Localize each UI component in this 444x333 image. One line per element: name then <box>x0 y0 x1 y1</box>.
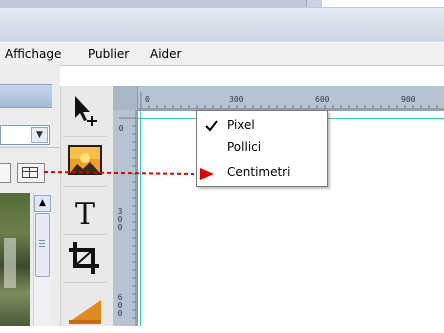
ruler-label: 300 <box>117 207 123 232</box>
horizontal-ruler[interactable]: 0 300 600 900 <box>113 86 444 111</box>
select-tool-button[interactable] <box>63 90 107 134</box>
tool-separator <box>63 186 107 187</box>
image-highlight <box>4 238 16 288</box>
menu-item-centimetri[interactable]: Centimetri <box>197 161 325 183</box>
menu-item-pollici[interactable]: Pollici <box>197 136 325 158</box>
menu-item-label: Centimetri <box>227 165 291 179</box>
grid-icon-hline <box>22 171 38 172</box>
ruler-ticks <box>113 92 444 110</box>
ruler-label: 900 <box>401 95 416 104</box>
checkmark-icon <box>205 120 218 132</box>
thumb-grip <box>39 240 45 241</box>
menu-aider[interactable]: Aider <box>150 47 181 61</box>
panel-header <box>0 84 52 108</box>
ruler-label: 0 <box>118 124 124 133</box>
crop-tool-button[interactable] <box>63 236 107 280</box>
menu-affichage[interactable]: Affichage <box>5 47 61 61</box>
vertical-ruler[interactable]: 0 300 600 <box>113 110 138 326</box>
menu-bar: Affichage Publier Aider <box>0 42 444 66</box>
select-arrow-icon <box>75 96 97 126</box>
grid-icon-vline <box>29 167 30 178</box>
text-icon: T <box>75 197 95 232</box>
scroll-thumb[interactable] <box>35 213 50 277</box>
red-arrow-pointer-icon <box>44 168 214 180</box>
thumb-grip <box>39 243 45 244</box>
ruler-label: 600 <box>315 95 330 104</box>
thumb-grip <box>39 246 45 247</box>
grid-icon <box>22 167 38 178</box>
menu-item-label: Pollici <box>227 140 262 154</box>
ruler-label: 600 <box>117 293 123 318</box>
crop-icon <box>69 242 99 274</box>
scroll-up-icon[interactable]: ▲ <box>34 195 51 212</box>
chevron-down-icon[interactable]: ▼ <box>31 127 48 143</box>
tool-separator <box>63 136 107 137</box>
menu-item-label: Pixel <box>227 118 255 132</box>
tool-separator <box>63 234 107 235</box>
desktop-gap <box>322 0 444 7</box>
ruler-corner[interactable] <box>113 86 138 110</box>
menu-item-pixel[interactable]: Pixel <box>197 114 325 136</box>
tool-separator <box>63 282 107 283</box>
panel-divider <box>0 147 60 148</box>
resize-grip[interactable] <box>306 0 321 7</box>
text-tool-button[interactable]: T <box>63 190 107 234</box>
ruler-label: 0 <box>145 95 150 104</box>
vertical-guide-line[interactable] <box>140 110 141 326</box>
shape-tool-button[interactable] <box>63 286 107 330</box>
shape-icon <box>69 300 101 324</box>
ruler-label: 300 <box>229 95 244 104</box>
svg-text:T: T <box>75 197 95 232</box>
menu-publier[interactable]: Publier <box>88 47 129 61</box>
link-box[interactable] <box>0 163 11 183</box>
